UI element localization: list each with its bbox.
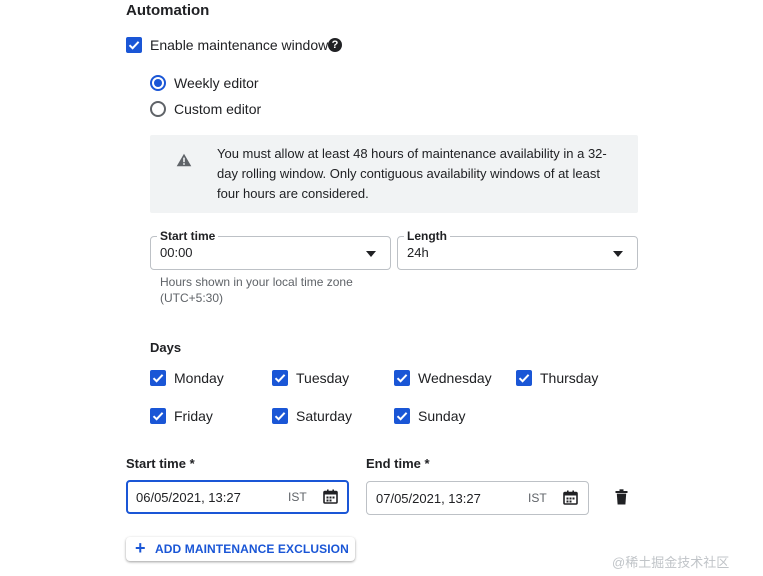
day-label-monday: Monday — [174, 370, 224, 386]
checkmark-icon — [274, 412, 286, 421]
exclusion-start-value: 06/05/2021, 13:27 — [136, 490, 241, 505]
radio-custom-editor-label: Custom editor — [174, 101, 262, 117]
section-title: Automation — [126, 2, 210, 19]
warning-icon — [176, 153, 192, 167]
day-checkbox-saturday[interactable] — [272, 408, 288, 424]
timezone-hint: Hours shown in your local time zone (UTC… — [160, 275, 353, 305]
length-value: 24h — [407, 245, 429, 260]
days-title: Days — [150, 340, 182, 355]
checkmark-icon — [128, 41, 140, 50]
day-label-tuesday: Tuesday — [296, 370, 350, 386]
notice-text: You must allow at least 48 hours of main… — [217, 146, 607, 201]
checkmark-icon — [152, 374, 164, 383]
checkmark-icon — [274, 374, 286, 383]
day-checkbox-thursday[interactable] — [516, 370, 532, 386]
day-label-friday: Friday — [174, 408, 213, 424]
start-time-label: Start time — [157, 229, 219, 243]
day-label-saturday: Saturday — [296, 408, 353, 424]
dropdown-arrow-icon — [366, 251, 376, 257]
watermark: @稀土掘金技术社区 — [612, 555, 730, 570]
exclusion-end-value: 07/05/2021, 13:27 — [376, 491, 481, 506]
add-maintenance-exclusion-button[interactable]: + ADD MAINTENANCE EXCLUSION — [126, 537, 355, 561]
checkmark-icon — [396, 374, 408, 383]
radio-weekly-editor[interactable] — [150, 75, 166, 91]
day-label-wednesday: Wednesday — [418, 370, 492, 386]
day-checkbox-friday[interactable] — [150, 408, 166, 424]
day-label-thursday: Thursday — [540, 370, 599, 386]
exclusion-end-tz: IST — [528, 491, 547, 505]
day-checkbox-wednesday[interactable] — [394, 370, 410, 386]
calendar-icon[interactable] — [563, 490, 578, 505]
day-label-sunday: Sunday — [418, 408, 466, 424]
start-time-value: 00:00 — [160, 245, 193, 260]
exclusion-end-label: End time * — [366, 456, 430, 471]
length-label: Length — [404, 229, 450, 243]
exclusion-start-input[interactable]: 06/05/2021, 13:27 IST — [126, 480, 349, 514]
checkmark-icon — [518, 374, 530, 383]
enable-maintenance-label: Enable maintenance window — [150, 37, 329, 53]
length-select[interactable]: Length 24h — [397, 229, 638, 270]
add-maintenance-exclusion-label: ADD MAINTENANCE EXCLUSION — [155, 542, 349, 556]
calendar-icon[interactable] — [323, 489, 338, 504]
exclusion-start-tz: IST — [288, 490, 307, 504]
help-icon[interactable]: ? — [328, 38, 342, 52]
delete-icon[interactable] — [615, 489, 628, 505]
radio-custom-editor[interactable] — [150, 101, 166, 117]
day-checkbox-monday[interactable] — [150, 370, 166, 386]
plus-icon: + — [135, 538, 146, 558]
exclusion-end-input[interactable]: 07/05/2021, 13:27 IST — [366, 481, 589, 515]
radio-weekly-editor-label: Weekly editor — [174, 75, 259, 91]
checkmark-icon — [152, 412, 164, 421]
dropdown-arrow-icon — [613, 251, 623, 257]
enable-maintenance-checkbox[interactable] — [126, 37, 142, 53]
day-checkbox-tuesday[interactable] — [272, 370, 288, 386]
exclusion-start-label: Start time * — [126, 456, 195, 471]
day-checkbox-sunday[interactable] — [394, 408, 410, 424]
checkmark-icon — [396, 412, 408, 421]
start-time-select[interactable]: Start time 00:00 — [150, 229, 391, 270]
